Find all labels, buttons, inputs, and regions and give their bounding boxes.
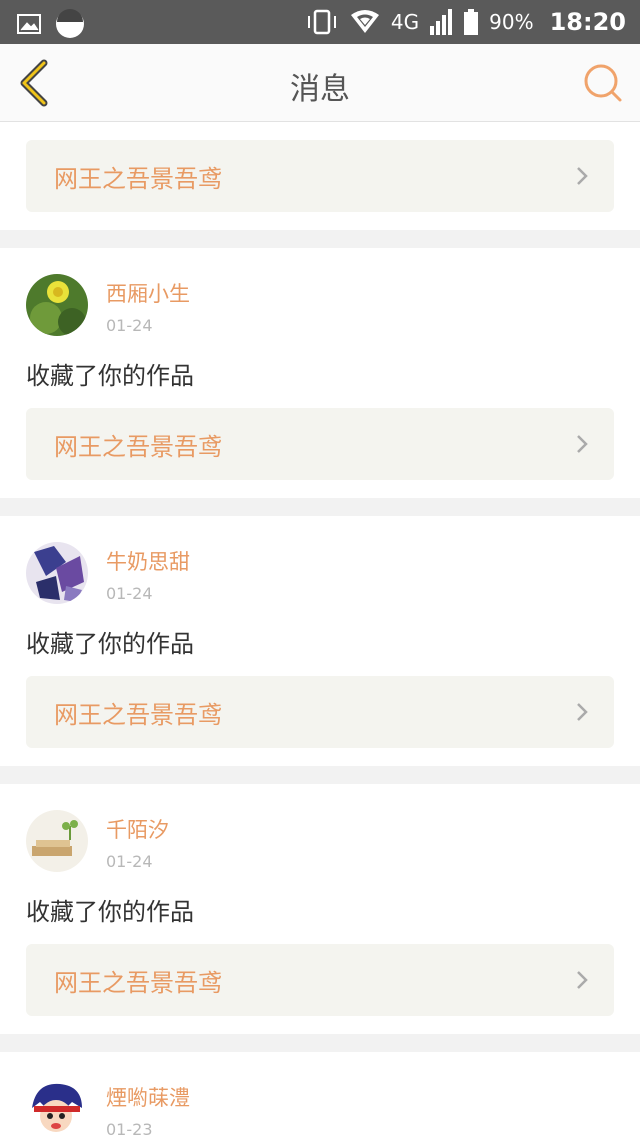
username[interactable]: 千陌汐 (106, 814, 169, 844)
action-text: 收藏了你的作品 (26, 362, 194, 390)
timestamp: 01-24 (106, 852, 153, 871)
work-link[interactable]: 网王之吾景吾鸢 (26, 944, 614, 1016)
username[interactable]: 西厢小生 (106, 278, 190, 308)
message-card: 千陌汐 01-24 收藏了你的作品 网王之吾景吾鸢 (0, 784, 640, 1034)
action-text: 收藏了你的作品 (26, 630, 194, 658)
message-card: 煙喲菋澧 01-23 (0, 1052, 640, 1138)
status-bar: 4G 90% 18:20 (0, 0, 640, 44)
cartoon-avatar-image (26, 1078, 88, 1138)
vibrate-icon (307, 9, 336, 35)
avatar[interactable] (26, 542, 88, 604)
chevron-right-icon (577, 435, 588, 453)
timestamp: 01-24 (106, 316, 153, 335)
page-title: 消息 (290, 72, 350, 107)
circle-status-icon (56, 9, 84, 38)
work-title: 网王之吾景吾鸢 (54, 164, 222, 193)
avatar[interactable] (26, 1078, 88, 1138)
timestamp: 01-23 (106, 1120, 153, 1138)
username[interactable]: 牛奶思甜 (106, 546, 190, 576)
nav-bar: 消息 (0, 44, 640, 122)
search-icon (584, 64, 622, 102)
work-link[interactable]: 网王之吾景吾鸢 (26, 676, 614, 748)
work-title: 网王之吾景吾鸢 (54, 968, 222, 997)
work-title: 网王之吾景吾鸢 (54, 700, 222, 729)
user-row: 牛奶思甜 01-24 (26, 516, 614, 604)
work-link[interactable]: 网王之吾景吾鸢 (26, 140, 614, 212)
network-type: 4G (390, 10, 420, 34)
message-list: 网王之吾景吾鸢 西厢小生 01-24 收藏了你的作品 网王之吾景吾鸢 牛奶思甜 … (0, 122, 640, 1138)
timestamp: 01-24 (106, 584, 153, 603)
chevron-right-icon (577, 167, 588, 185)
message-card: 牛奶思甜 01-24 收藏了你的作品 网王之吾景吾鸢 (0, 516, 640, 766)
status-left (16, 8, 86, 40)
search-button[interactable] (582, 62, 624, 104)
status-right: 4G 90% 18:20 (305, 6, 626, 38)
action-text: 收藏了你的作品 (26, 898, 194, 926)
avatar[interactable] (26, 274, 88, 336)
avatar[interactable] (26, 810, 88, 872)
clock: 18:20 (549, 8, 626, 36)
battery-level: 90% (489, 10, 534, 34)
work-link[interactable]: 网王之吾景吾鸢 (26, 408, 614, 480)
image-icon (17, 14, 41, 34)
flower-avatar-image (26, 274, 88, 336)
chevron-right-icon (577, 703, 588, 721)
battery-icon (464, 9, 479, 35)
abstract-avatar-image (26, 542, 88, 604)
message-card: 西厢小生 01-24 收藏了你的作品 网王之吾景吾鸢 (0, 248, 640, 498)
username[interactable]: 煙喲菋澧 (106, 1082, 190, 1112)
wifi-icon (350, 10, 379, 33)
user-row: 西厢小生 01-24 (26, 248, 614, 336)
signal-icon (430, 9, 453, 35)
chevron-right-icon (577, 971, 588, 989)
user-row: 煙喲菋澧 01-23 (26, 1052, 614, 1138)
user-row: 千陌汐 01-24 (26, 784, 614, 872)
work-title: 网王之吾景吾鸢 (54, 432, 222, 461)
plant-avatar-image (26, 810, 88, 872)
message-card: 网王之吾景吾鸢 (0, 122, 640, 230)
